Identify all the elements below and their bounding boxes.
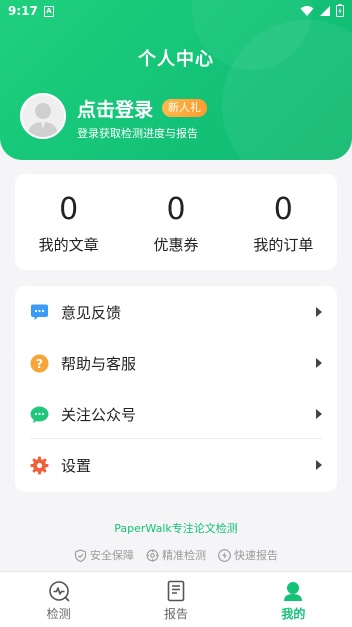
help-icon: ? — [30, 354, 49, 373]
stat-my-orders[interactable]: 0 我的订单 — [230, 174, 337, 270]
menu-label: 设置 — [61, 457, 92, 475]
tab-report[interactable]: 报告 — [117, 572, 234, 627]
status-time: 9:17 — [8, 4, 38, 18]
footer-brand: PaperWalk专注论文检测 — [114, 522, 238, 535]
login-subtitle: 登录获取检测进度与报告 — [77, 127, 198, 140]
footer-tag-fast: 快速报告 — [218, 547, 278, 563]
notification-icon: A — [44, 6, 54, 17]
stats-card: 0 我的文章 0 优惠券 0 我的订单 — [15, 174, 337, 270]
stat-label: 我的文章 — [38, 236, 99, 254]
bottom-tab-bar: 检测 报告 我的 — [0, 571, 352, 627]
menu-item-settings[interactable]: 设置 — [15, 440, 337, 490]
settings-icon — [30, 456, 49, 475]
footer-tag-label: 快速报告 — [234, 549, 278, 562]
detect-icon — [48, 581, 70, 602]
footer-tags: 安全保障 精准检测 快速报告 — [0, 547, 352, 563]
wechat-icon — [30, 406, 49, 423]
footer-tag-label: 精准检测 — [162, 549, 206, 562]
stat-my-articles[interactable]: 0 我的文章 — [15, 174, 122, 270]
menu-item-follow-official-account[interactable]: 关注公众号 — [15, 389, 337, 439]
login-button[interactable]: 点击登录 — [77, 95, 153, 122]
menu-label: 帮助与客服 — [61, 355, 137, 373]
feedback-icon — [31, 304, 48, 320]
avatar[interactable] — [20, 93, 66, 139]
stat-value: 0 — [273, 192, 293, 227]
menu-label: 关注公众号 — [61, 406, 137, 424]
stat-label: 优惠券 — [153, 236, 199, 254]
default-avatar-icon — [22, 95, 64, 137]
chevron-right-icon — [316, 460, 322, 470]
status-bar: 9:17 A — [0, 0, 352, 24]
menu-divider — [30, 438, 322, 439]
page-title: 个人中心 — [138, 49, 214, 70]
footer-tag-accurate: 精准检测 — [146, 547, 206, 563]
wifi-icon — [300, 5, 314, 16]
new-user-gift-badge[interactable]: 新人礼 — [162, 99, 207, 117]
menu-label: 意见反馈 — [61, 304, 122, 322]
stat-value: 0 — [166, 192, 186, 227]
stat-coupons[interactable]: 0 优惠券 — [122, 174, 229, 270]
footer-tag-security: 安全保障 — [74, 547, 134, 563]
footer-tag-label: 安全保障 — [90, 549, 134, 562]
signal-icon — [320, 5, 330, 16]
chevron-right-icon — [316, 307, 322, 317]
target-icon — [146, 549, 159, 561]
tab-label: 检测 — [46, 607, 71, 621]
chevron-right-icon — [316, 409, 322, 419]
stat-label: 我的订单 — [253, 236, 314, 254]
tab-detect[interactable]: 检测 — [0, 572, 117, 627]
tab-mine[interactable]: 我的 — [235, 572, 352, 627]
menu-item-help[interactable]: ? 帮助与客服 — [15, 338, 337, 388]
lightning-icon — [218, 548, 231, 562]
profile-icon — [284, 582, 303, 601]
menu-item-feedback[interactable]: 意见反馈 — [15, 287, 337, 337]
shield-icon — [74, 548, 87, 562]
stat-value: 0 — [59, 192, 79, 227]
menu-card: 意见反馈 ? 帮助与客服 关注公众号 设置 — [15, 286, 337, 492]
chevron-right-icon — [316, 358, 322, 368]
svg-text:?: ? — [36, 357, 43, 371]
status-icons — [300, 4, 344, 17]
report-icon — [167, 580, 185, 602]
tab-label: 我的 — [281, 607, 306, 621]
tab-label: 报告 — [163, 607, 188, 621]
battery-icon — [336, 4, 344, 17]
